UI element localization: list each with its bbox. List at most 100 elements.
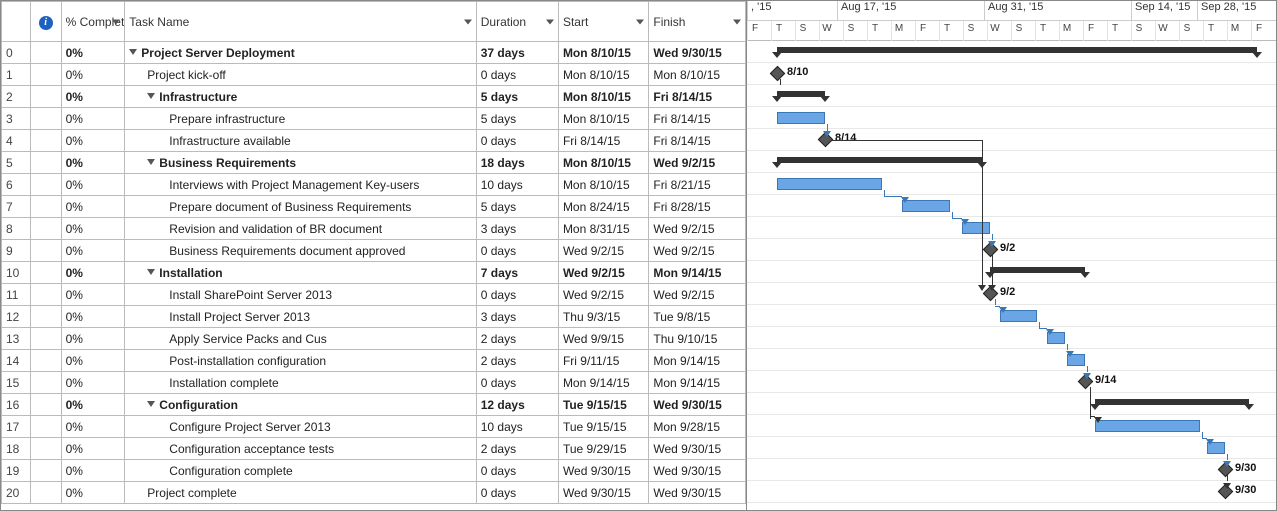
info-cell[interactable] (30, 196, 61, 218)
chevron-down-icon[interactable] (733, 19, 741, 24)
info-cell[interactable] (30, 42, 61, 64)
start-cell[interactable]: Wed 9/30/15 (558, 482, 648, 504)
chevron-down-icon[interactable] (636, 19, 644, 24)
finish-cell[interactable]: Wed 9/2/15 (649, 284, 746, 306)
finish-cell[interactable]: Wed 9/30/15 (649, 460, 746, 482)
task-cell[interactable]: Install SharePoint Server 2013 (125, 284, 476, 306)
gantt-row[interactable] (747, 107, 1276, 129)
start-cell[interactable]: Tue 9/15/15 (558, 394, 648, 416)
table-row[interactable]: 50%Business Requirements18 daysMon 8/10/… (2, 152, 746, 174)
gantt-task-bar[interactable] (777, 178, 882, 190)
duration-cell[interactable]: 10 days (476, 416, 558, 438)
gantt-task-bar[interactable] (902, 200, 950, 212)
duration-cell[interactable]: 0 days (476, 64, 558, 86)
percent-cell[interactable]: 0% (61, 64, 125, 86)
task-cell[interactable]: Configuration acceptance tests (125, 438, 476, 460)
start-cell[interactable]: Mon 8/31/15 (558, 218, 648, 240)
task-cell[interactable]: Configuration (125, 394, 476, 416)
table-row[interactable]: 80%Revision and validation of BR documen… (2, 218, 746, 240)
chevron-down-icon[interactable] (546, 19, 554, 24)
row-number[interactable]: 14 (2, 350, 31, 372)
table-row[interactable]: 140%Post-installation configuration2 day… (2, 350, 746, 372)
gantt-milestone[interactable] (1078, 374, 1094, 390)
task-cell[interactable]: Post-installation configuration (125, 350, 476, 372)
finish-cell[interactable]: Wed 9/30/15 (649, 394, 746, 416)
percent-cell[interactable]: 0% (61, 86, 125, 108)
row-number[interactable]: 16 (2, 394, 31, 416)
header-info[interactable]: i (30, 2, 61, 42)
finish-cell[interactable]: Mon 9/14/15 (649, 262, 746, 284)
finish-cell[interactable]: Wed 9/2/15 (649, 152, 746, 174)
info-cell[interactable] (30, 372, 61, 394)
duration-cell[interactable]: 37 days (476, 42, 558, 64)
duration-cell[interactable]: 0 days (476, 284, 558, 306)
row-number[interactable]: 18 (2, 438, 31, 460)
percent-cell[interactable]: 0% (61, 174, 125, 196)
gantt-summary-bar[interactable] (777, 47, 1257, 53)
info-cell[interactable] (30, 438, 61, 460)
info-cell[interactable] (30, 86, 61, 108)
task-cell[interactable]: Configure Project Server 2013 (125, 416, 476, 438)
table-row[interactable]: 100%Installation7 daysWed 9/2/15Mon 9/14… (2, 262, 746, 284)
finish-cell[interactable]: Fri 8/14/15 (649, 86, 746, 108)
start-cell[interactable]: Mon 8/10/15 (558, 64, 648, 86)
info-cell[interactable] (30, 328, 61, 350)
finish-cell[interactable]: Mon 9/14/15 (649, 372, 746, 394)
gantt-row[interactable] (747, 349, 1276, 371)
row-number[interactable]: 15 (2, 372, 31, 394)
gantt-row[interactable] (747, 437, 1276, 459)
duration-cell[interactable]: 5 days (476, 196, 558, 218)
finish-cell[interactable]: Mon 9/14/15 (649, 350, 746, 372)
finish-cell[interactable]: Wed 9/30/15 (649, 482, 746, 504)
percent-cell[interactable]: 0% (61, 350, 125, 372)
start-cell[interactable]: Wed 9/9/15 (558, 328, 648, 350)
table-row[interactable]: 150%Installation complete0 daysMon 9/14/… (2, 372, 746, 394)
row-number[interactable]: 20 (2, 482, 31, 504)
percent-cell[interactable]: 0% (61, 130, 125, 152)
duration-cell[interactable]: 5 days (476, 108, 558, 130)
table-row[interactable]: 160%Configuration12 daysTue 9/15/15Wed 9… (2, 394, 746, 416)
percent-cell[interactable]: 0% (61, 218, 125, 240)
gantt-summary-bar[interactable] (1095, 399, 1249, 405)
percent-cell[interactable]: 0% (61, 108, 125, 130)
gantt-row[interactable]: 9/2 (747, 239, 1276, 261)
task-cell[interactable]: Installation (125, 262, 476, 284)
percent-cell[interactable]: 0% (61, 196, 125, 218)
table-row[interactable]: 200%Project complete0 daysWed 9/30/15Wed… (2, 482, 746, 504)
info-cell[interactable] (30, 108, 61, 130)
task-cell[interactable]: Project Server Deployment (125, 42, 476, 64)
percent-cell[interactable]: 0% (61, 42, 125, 64)
task-cell[interactable]: Installation complete (125, 372, 476, 394)
collapse-icon[interactable] (147, 159, 155, 165)
task-cell[interactable]: Revision and validation of BR document (125, 218, 476, 240)
header-start[interactable]: Start (558, 2, 648, 42)
gantt-task-bar[interactable] (1207, 442, 1225, 454)
gantt-summary-bar[interactable] (990, 267, 1085, 273)
percent-cell[interactable]: 0% (61, 416, 125, 438)
gantt-row[interactable] (747, 415, 1276, 437)
gantt-row[interactable] (747, 217, 1276, 239)
duration-cell[interactable]: 3 days (476, 306, 558, 328)
row-number[interactable]: 10 (2, 262, 31, 284)
table-row[interactable]: 110%Install SharePoint Server 20130 days… (2, 284, 746, 306)
row-number[interactable]: 1 (2, 64, 31, 86)
duration-cell[interactable]: 7 days (476, 262, 558, 284)
table-row[interactable]: 10%Project kick-off0 daysMon 8/10/15Mon … (2, 64, 746, 86)
duration-cell[interactable]: 18 days (476, 152, 558, 174)
task-cell[interactable]: Business Requirements document approved (125, 240, 476, 262)
task-cell[interactable]: Infrastructure available (125, 130, 476, 152)
gantt-row[interactable] (747, 195, 1276, 217)
start-cell[interactable]: Tue 9/15/15 (558, 416, 648, 438)
start-cell[interactable]: Mon 8/10/15 (558, 108, 648, 130)
info-cell[interactable] (30, 284, 61, 306)
duration-cell[interactable]: 2 days (476, 328, 558, 350)
collapse-icon[interactable] (147, 401, 155, 407)
info-cell[interactable] (30, 130, 61, 152)
percent-cell[interactable]: 0% (61, 438, 125, 460)
percent-cell[interactable]: 0% (61, 394, 125, 416)
start-cell[interactable]: Fri 8/14/15 (558, 130, 648, 152)
percent-cell[interactable]: 0% (61, 284, 125, 306)
row-number[interactable]: 12 (2, 306, 31, 328)
info-cell[interactable] (30, 350, 61, 372)
table-row[interactable]: 00%Project Server Deployment37 daysMon 8… (2, 42, 746, 64)
